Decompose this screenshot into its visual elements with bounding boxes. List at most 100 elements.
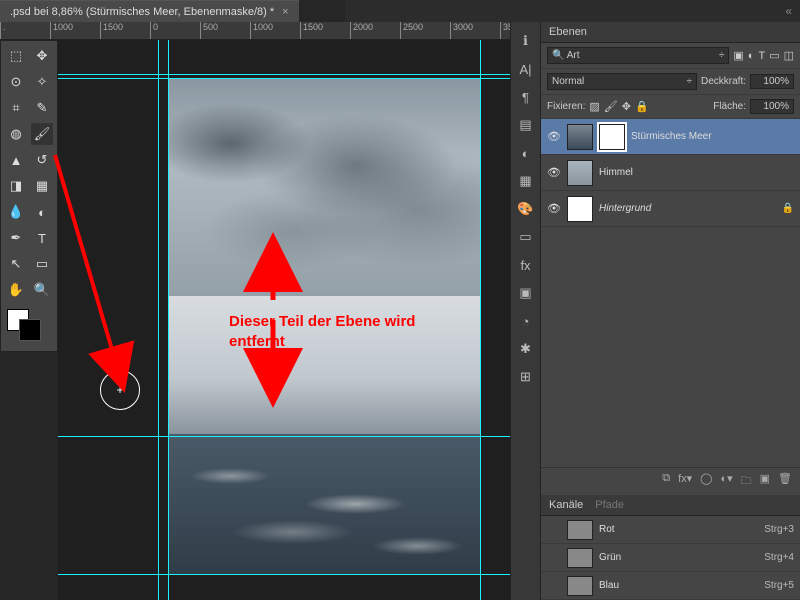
- blur-tool[interactable]: 💧: [5, 201, 27, 223]
- layer-name[interactable]: Himmel: [599, 167, 633, 178]
- channels-tab[interactable]: Kanäle: [549, 499, 583, 511]
- lock-icon: 🔒: [782, 203, 794, 214]
- visibility-icon[interactable]: 👁: [547, 202, 561, 215]
- fx-icon[interactable]: fx▾: [678, 472, 692, 491]
- new-layer-icon[interactable]: ▣: [760, 472, 770, 491]
- lock-label: Fixieren:: [547, 101, 585, 112]
- styles-icon[interactable]: ▤: [517, 116, 535, 134]
- brush-presets-icon[interactable]: ✱: [517, 340, 535, 358]
- guide-vertical[interactable]: [168, 40, 169, 600]
- shape-tool[interactable]: ▭: [31, 253, 53, 275]
- properties-icon[interactable]: ▣: [517, 284, 535, 302]
- guide-horizontal[interactable]: [58, 78, 540, 79]
- visibility-icon[interactable]: 👁: [547, 166, 561, 179]
- layer-name[interactable]: Stürmisches Meer: [631, 131, 712, 142]
- channel-shortcut: Strg+3: [764, 524, 794, 535]
- collapse-icon[interactable]: «: [785, 4, 792, 18]
- channel-row[interactable]: GrünStrg+4: [541, 544, 800, 572]
- filter-adjust-icon[interactable]: ◐: [748, 50, 755, 62]
- wand-tool[interactable]: ✧: [31, 71, 53, 93]
- heal-tool[interactable]: ◍: [5, 123, 27, 145]
- gradient-tool[interactable]: ▦: [31, 175, 53, 197]
- fill-value[interactable]: 100%: [750, 99, 794, 114]
- brush-tool[interactable]: 🖌: [31, 123, 53, 145]
- paragraph-icon[interactable]: ¶: [517, 88, 535, 106]
- eraser-tool[interactable]: ◨: [5, 175, 27, 197]
- layer-thumbnail[interactable]: [567, 160, 593, 186]
- channel-thumbnail[interactable]: [567, 520, 593, 540]
- adjustments-icon[interactable]: ◐: [517, 144, 535, 162]
- stamp-tool[interactable]: ▲: [5, 149, 27, 171]
- color-icon[interactable]: 🎨: [517, 200, 535, 218]
- layer-name[interactable]: Hintergrund: [599, 203, 651, 214]
- filter-shape-icon[interactable]: ▭: [769, 49, 779, 62]
- guide-horizontal[interactable]: [58, 436, 540, 437]
- adjustment-icon[interactable]: ◐▾: [720, 472, 732, 491]
- clone-source-icon[interactable]: ⊞: [517, 368, 535, 386]
- channel-thumbnail[interactable]: [567, 576, 593, 596]
- zoom-tool[interactable]: 🔍: [31, 279, 53, 301]
- opacity-label: Deckkraft:: [701, 76, 746, 87]
- group-icon[interactable]: 🗀: [741, 472, 752, 491]
- dodge-tool[interactable]: ◐: [31, 201, 53, 223]
- paths-tab[interactable]: Pfade: [595, 499, 624, 511]
- actions-icon[interactable]: fx: [517, 256, 535, 274]
- channel-row[interactable]: RotStrg+3: [541, 516, 800, 544]
- tool-panel: ⬚ ✥ ⊙ ✧ ⌗ ✎ ◍ 🖌 ▲ ↺ ◨ ▦ 💧 ◐ ✒ T ↖ ▭ ✋ 🔍: [0, 40, 58, 352]
- opacity-value[interactable]: 100%: [750, 74, 794, 89]
- visibility-icon[interactable]: 👁: [547, 130, 561, 143]
- move-tool[interactable]: ✥: [31, 45, 53, 67]
- filter-image-icon[interactable]: ▣: [733, 49, 743, 62]
- document-tab[interactable]: .psd bei 8,86% (Stürmisches Meer, Ebenen…: [0, 0, 299, 22]
- filter-type-icon[interactable]: T: [758, 50, 765, 62]
- layers-footer: ⧉ fx▾ ◯ ◐▾ 🗀 ▣ 🗑: [541, 467, 800, 495]
- channel-row[interactable]: BlauStrg+5: [541, 572, 800, 600]
- info-icon[interactable]: ℹ: [517, 32, 535, 50]
- layer-row[interactable]: 👁 Hintergrund 🔒: [541, 191, 800, 227]
- lock-all-icon[interactable]: 🔒: [635, 100, 649, 113]
- brushes-icon[interactable]: ◔: [517, 312, 535, 330]
- trash-icon[interactable]: 🗑: [778, 472, 792, 491]
- swatches-icon[interactable]: ▦: [517, 172, 535, 190]
- image-sea: [168, 434, 480, 574]
- guide-vertical[interactable]: [480, 40, 481, 600]
- crop-tool[interactable]: ⌗: [5, 97, 27, 119]
- layer-row[interactable]: 👁 Stürmisches Meer: [541, 119, 800, 155]
- layers-tab[interactable]: Ebenen: [541, 22, 800, 43]
- type-tool[interactable]: T: [31, 227, 53, 249]
- color-swatches[interactable]: [5, 309, 53, 347]
- kind-dropdown[interactable]: 🔍 Art÷: [547, 47, 729, 64]
- history-brush-tool[interactable]: ↺: [31, 149, 53, 171]
- lock-position-icon[interactable]: ✥: [622, 100, 631, 113]
- lock-transparency-icon[interactable]: ▨: [589, 100, 599, 113]
- hand-tool[interactable]: ✋: [5, 279, 27, 301]
- lock-pixels-icon[interactable]: 🖌: [604, 100, 618, 113]
- blend-opacity-row: Normal÷ Deckkraft: 100%: [541, 69, 800, 95]
- layer-mask-thumbnail[interactable]: [599, 124, 625, 150]
- lasso-tool[interactable]: ⊙: [5, 71, 27, 93]
- history-icon[interactable]: ▭: [517, 228, 535, 246]
- guide-horizontal[interactable]: [58, 574, 540, 575]
- character-icon[interactable]: A|: [517, 60, 535, 78]
- guide-vertical[interactable]: [158, 40, 159, 600]
- layer-thumbnail[interactable]: [567, 124, 593, 150]
- pen-tool[interactable]: ✒: [5, 227, 27, 249]
- link-icon[interactable]: ⧉: [662, 472, 670, 491]
- blend-mode-dropdown[interactable]: Normal÷: [547, 73, 697, 90]
- mask-icon[interactable]: ◯: [700, 472, 712, 491]
- layer-thumbnail[interactable]: [567, 196, 593, 222]
- canvas[interactable]: + Dieser Teil der Ebene wird entfernt: [58, 40, 540, 600]
- close-icon[interactable]: ×: [282, 6, 288, 18]
- collapsed-panels-strip: ℹ A| ¶ ▤ ◐ ▦ 🎨 ▭ fx ▣ ◔ ✱ ⊞: [510, 22, 540, 600]
- eyedropper-tool[interactable]: ✎: [31, 97, 53, 119]
- background-color[interactable]: [19, 319, 41, 341]
- channel-name: Blau: [599, 580, 619, 591]
- annotation-text: Dieser Teil der Ebene wird entfernt: [229, 312, 415, 351]
- guide-horizontal[interactable]: [58, 74, 540, 75]
- channel-name: Grün: [599, 552, 621, 563]
- channel-thumbnail[interactable]: [567, 548, 593, 568]
- layer-row[interactable]: 👁 Himmel: [541, 155, 800, 191]
- path-select-tool[interactable]: ↖: [5, 253, 27, 275]
- filter-smart-icon[interactable]: ◫: [784, 49, 794, 62]
- marquee-tool[interactable]: ⬚: [5, 45, 27, 67]
